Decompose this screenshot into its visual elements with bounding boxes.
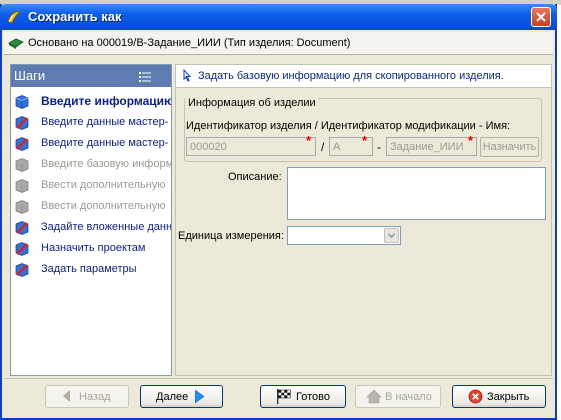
step-item[interactable]: Задать параметры: [15, 262, 171, 278]
button-separator: [4, 378, 553, 379]
step-item[interactable]: Ввести дополнительную: [15, 199, 171, 215]
close-button-label: Закрыть: [487, 391, 530, 403]
based-on-bar: Основано на 000019/B-Задание_ИИИ (Тип из…: [4, 32, 553, 55]
step-item[interactable]: Введите данные мастер-: [15, 115, 171, 131]
start-button[interactable]: В начало: [355, 385, 441, 408]
steps-header: Шаги: [11, 65, 171, 87]
unit-label: Единица измерения:: [178, 230, 284, 242]
step-box-edit-icon: [15, 116, 29, 130]
based-on-text: Основано на 000019/B-Задание_ИИИ (Тип из…: [28, 37, 351, 49]
step-item[interactable]: Введите данные мастер-: [15, 136, 171, 152]
step-box-icon: [15, 95, 29, 109]
name-field[interactable]: Задание_ИИИ: [386, 137, 477, 156]
steps-panel: Шаги Введите информацию Введите данные ма…: [10, 64, 172, 376]
back-button-label: Назад: [79, 391, 111, 403]
name-value: Задание_ИИИ: [390, 141, 464, 153]
close-icon: [536, 12, 546, 22]
info-icon: [180, 68, 194, 86]
chevron-down-icon[interactable]: [384, 228, 399, 243]
step-item[interactable]: Введите информацию: [15, 94, 171, 110]
title-bar[interactable]: Сохранить как: [0, 4, 557, 30]
next-button[interactable]: Далее: [140, 385, 223, 408]
step-label: Задайте вложенные данн: [41, 221, 171, 233]
item-id-value: 000020: [190, 141, 227, 153]
step-item[interactable]: Ввести дополнительную: [15, 178, 171, 194]
next-button-label: Далее: [156, 391, 189, 403]
step-box-edit-icon: [15, 242, 29, 256]
cancel-icon: [468, 389, 483, 407]
finish-button-label: Готово: [296, 391, 330, 403]
unit-select[interactable]: [287, 226, 401, 245]
id-separator-slash: /: [321, 140, 325, 154]
step-item[interactable]: Задайте вложенные данн: [15, 220, 171, 236]
step-box-icon: [15, 179, 29, 193]
document-type-icon: [8, 37, 24, 52]
step-label: Введите данные мастер-: [41, 116, 169, 128]
description-label: Описание:: [228, 171, 282, 183]
window-title: Сохранить как: [28, 9, 122, 24]
house-icon: [366, 389, 382, 407]
description-textarea[interactable]: [287, 167, 546, 220]
step-label: Ввести дополнительную: [41, 200, 166, 212]
required-marker: *: [468, 133, 474, 148]
step-box-icon: [15, 158, 29, 172]
arrow-right-icon: [194, 389, 205, 406]
required-marker: *: [306, 133, 312, 148]
start-button-label: В начало: [385, 391, 432, 403]
step-label: Ввести дополнительную: [41, 179, 166, 191]
step-label: Назначить проектам: [41, 242, 146, 254]
app-logo-icon: [6, 9, 22, 25]
item-id-field[interactable]: 000020: [186, 137, 316, 156]
item-info-group-title: Информация об изделии: [186, 97, 318, 109]
list-icon[interactable]: [139, 70, 151, 85]
step-item[interactable]: Назначить проектам: [15, 241, 171, 257]
step-label: Задать параметры: [41, 263, 137, 275]
checkered-flag-icon: [276, 389, 292, 407]
step-box-edit-icon: [15, 263, 29, 277]
revision-value: A: [333, 141, 341, 153]
step-label: Введите информацию: [41, 94, 171, 108]
identifier-label: Идентификатор изделия / Идентификатор мо…: [186, 120, 511, 132]
back-button[interactable]: Назад: [45, 385, 129, 408]
hint-text: Задать базовую информацию для скопирован…: [198, 70, 504, 82]
step-box-edit-icon: [15, 221, 29, 235]
steps-title: Шаги: [14, 68, 46, 83]
assign-button[interactable]: Назначить: [480, 137, 539, 157]
step-box-edit-icon: [15, 137, 29, 151]
hint-bar: Задать базовую информацию для скопирован…: [176, 65, 551, 88]
window-close-button[interactable]: [531, 7, 551, 27]
step-item[interactable]: Введите базовую информ: [15, 157, 171, 173]
required-marker: *: [362, 133, 368, 148]
step-label: Введите базовую информ: [41, 158, 171, 170]
finish-button[interactable]: Готово: [260, 385, 346, 408]
close-button[interactable]: Закрыть: [452, 385, 546, 408]
step-box-icon: [15, 200, 29, 214]
id-separator-dash: -: [377, 140, 381, 154]
step-label: Введите данные мастер-: [41, 137, 169, 149]
arrow-left-icon: [63, 390, 71, 405]
